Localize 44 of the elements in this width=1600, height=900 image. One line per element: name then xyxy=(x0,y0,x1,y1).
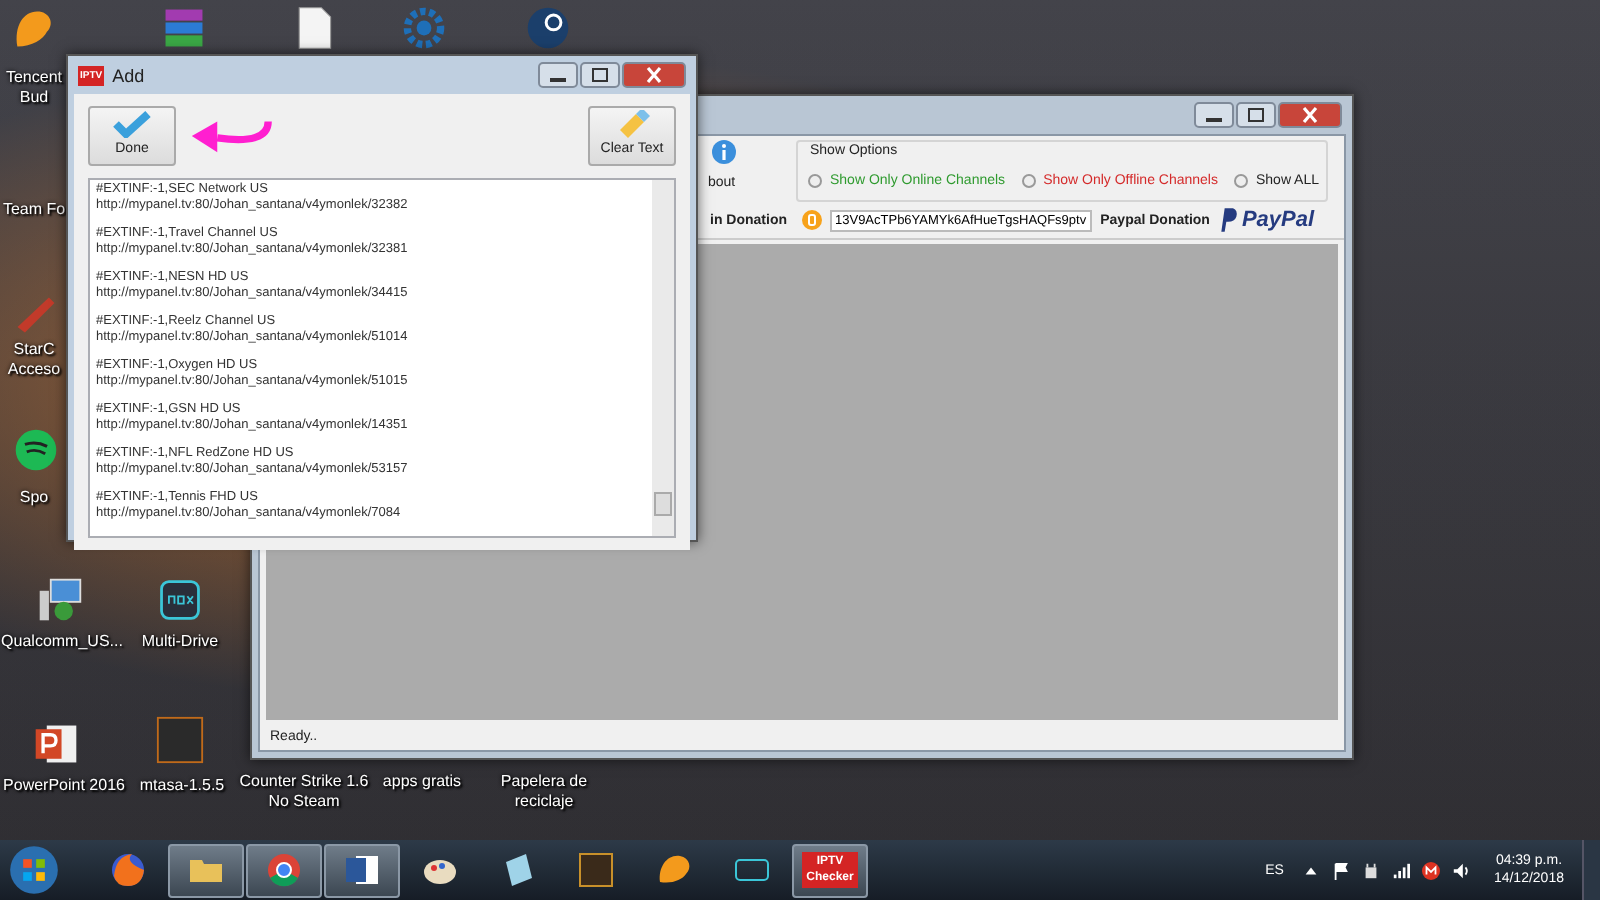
desktop-icon-label[interactable]: Counter Strike 1.6 No Steam xyxy=(236,772,372,812)
text-area[interactable] xyxy=(88,178,676,538)
info-icon[interactable] xyxy=(712,140,736,164)
computer-icon[interactable] xyxy=(36,576,84,624)
flag-icon[interactable] xyxy=(1331,861,1350,879)
desktop-icon-label[interactable]: Team Fo xyxy=(0,200,68,220)
scrollbar[interactable] xyxy=(652,180,674,536)
window-title: Add xyxy=(112,65,145,85)
books-icon[interactable] xyxy=(160,4,208,52)
close-button[interactable] xyxy=(622,62,686,88)
round-logo-icon[interactable] xyxy=(524,4,572,52)
desktop-icon-label[interactable]: Papelera de reciclaje xyxy=(496,772,592,812)
gear-icon[interactable] xyxy=(400,4,448,52)
speaker-icon[interactable] xyxy=(1451,861,1470,879)
nox-box-icon[interactable] xyxy=(156,576,204,624)
taskbar-button[interactable] xyxy=(246,843,322,897)
minimize-button[interactable] xyxy=(1194,102,1234,128)
desktop-icon-label[interactable]: Tencent Bud xyxy=(0,68,68,108)
paypal-logo[interactable]: PayPal xyxy=(1217,208,1315,232)
maximize-button[interactable] xyxy=(580,62,620,88)
taskbar-button[interactable] xyxy=(168,843,244,897)
desktop-icon-label[interactable]: mtasa-1.5.5 xyxy=(132,776,232,796)
desktop-icon-label[interactable]: StarC Acceso xyxy=(0,340,68,380)
close-button[interactable] xyxy=(1278,102,1342,128)
plug-icon[interactable] xyxy=(1361,861,1380,879)
document-icon xyxy=(342,850,382,890)
checkmark-icon xyxy=(112,110,152,138)
sound-waves-icon[interactable] xyxy=(12,426,60,474)
coin-icon xyxy=(801,210,821,230)
minimize-button[interactable] xyxy=(538,62,578,88)
signal-icon[interactable] xyxy=(1391,861,1410,879)
desktop-icon-label[interactable]: PowerPoint 2016 xyxy=(0,776,128,796)
fox-globe-icon xyxy=(108,850,148,890)
photo-placeholder[interactable] xyxy=(156,716,204,764)
browser-icon xyxy=(264,850,304,890)
taskbar-button[interactable] xyxy=(324,843,400,897)
desktop-icon-label[interactable]: apps gratis xyxy=(380,772,464,792)
desktop-icon-label[interactable]: Qualcomm_US... xyxy=(0,632,124,652)
desktop-icon-label[interactable]: Multi-Drive xyxy=(128,632,232,652)
mail-icon[interactable] xyxy=(1421,861,1440,879)
maximize-button[interactable] xyxy=(1236,102,1276,128)
slides-icon[interactable] xyxy=(32,720,80,768)
start-button[interactable] xyxy=(8,844,60,896)
desktop-icon-label[interactable]: Spo xyxy=(0,488,68,508)
